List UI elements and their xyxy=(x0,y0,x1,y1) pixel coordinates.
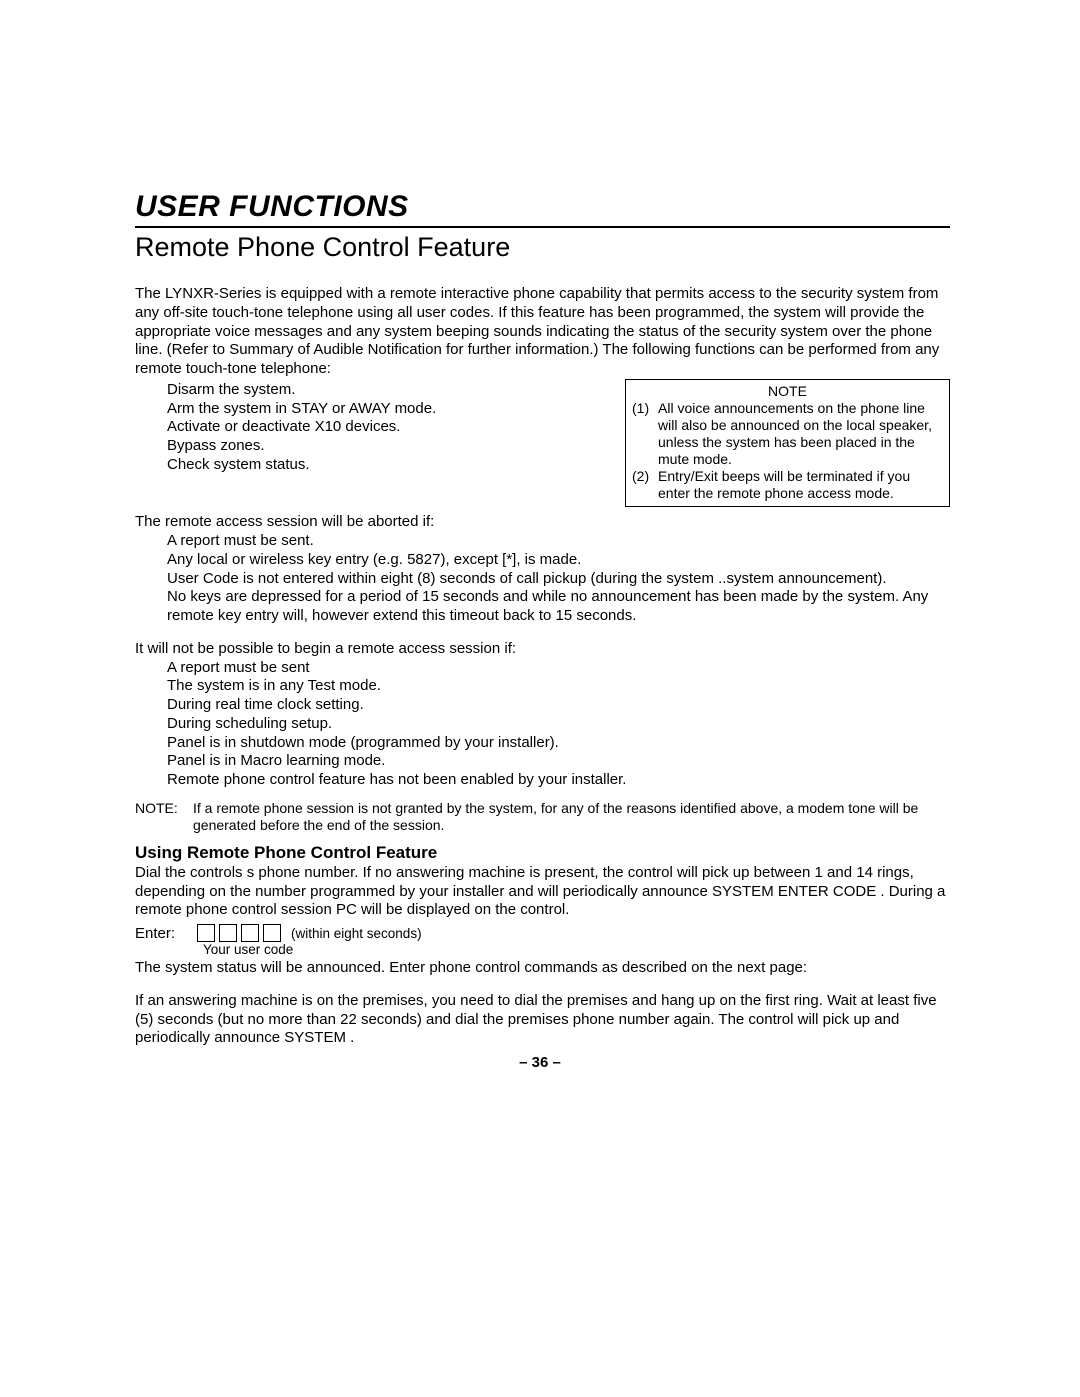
list-item: Arm the system in STAY or AWAY mode. xyxy=(167,400,615,419)
your-user-code-label: Your user code xyxy=(203,942,950,957)
bottom-note-label: NOTE: xyxy=(135,800,193,835)
document-page: USER FUNCTIONS Remote Phone Control Feat… xyxy=(0,0,1080,1048)
status-line: The system status will be announced. Ent… xyxy=(135,959,950,978)
code-boxes xyxy=(197,924,281,942)
within-seconds-label: (within eight seconds) xyxy=(291,926,422,941)
code-digit-box xyxy=(241,924,259,942)
list-item: Activate or deactivate X10 devices. xyxy=(167,418,615,437)
bottom-note-text: If a remote phone session is not granted… xyxy=(193,800,950,835)
note-row: (1) All voice announcements on the phone… xyxy=(632,400,943,468)
list-item: The system is in any Test mode. xyxy=(167,677,950,696)
note-number: (1) xyxy=(632,400,658,468)
list-item: During real time clock setting. xyxy=(167,696,950,715)
functions-and-note-row: Disarm the system. Arm the system in STA… xyxy=(135,381,950,508)
list-item: During scheduling setup. xyxy=(167,715,950,734)
list-item: A report must be sent. xyxy=(167,532,950,551)
note-box: NOTE (1) All voice announcements on the … xyxy=(625,379,950,508)
note-text: All voice announcements on the phone lin… xyxy=(658,400,943,468)
using-heading: Using Remote Phone Control Feature xyxy=(135,843,950,863)
note-box-title: NOTE xyxy=(632,383,943,400)
enter-code-row: Enter: (within eight seconds) xyxy=(135,924,950,942)
list-item: User Code is not entered within eight (8… xyxy=(167,570,950,589)
functions-list: Disarm the system. Arm the system in STA… xyxy=(135,381,615,475)
code-digit-box xyxy=(219,924,237,942)
list-item: No keys are depressed for a period of 15… xyxy=(167,588,950,626)
list-item: Panel is in Macro learning mode. xyxy=(167,752,950,771)
answering-machine-paragraph: If an answering machine is on the premis… xyxy=(135,992,950,1048)
code-digit-box xyxy=(263,924,281,942)
note-number: (2) xyxy=(632,468,658,502)
using-paragraph-1: Dial the controls s phone number. If no … xyxy=(135,864,950,920)
list-item: Remote phone control feature has not bee… xyxy=(167,771,950,790)
list-item: Panel is in shutdown mode (programmed by… xyxy=(167,734,950,753)
note-text: Entry/Exit beeps will be terminated if y… xyxy=(658,468,943,502)
functions-column: Disarm the system. Arm the system in STA… xyxy=(135,381,615,475)
title-rule xyxy=(135,226,950,228)
list-item: Check system status. xyxy=(167,456,615,475)
list-item: Bypass zones. xyxy=(167,437,615,456)
code-digit-box xyxy=(197,924,215,942)
list-item: Any local or wireless key entry (e.g. 58… xyxy=(167,551,950,570)
abort-intro: The remote access session will be aborte… xyxy=(135,513,950,532)
list-item: A report must be sent xyxy=(167,659,950,678)
page-subtitle: Remote Phone Control Feature xyxy=(135,232,950,263)
section-title: USER FUNCTIONS xyxy=(135,190,950,224)
list-item: Disarm the system. xyxy=(167,381,615,400)
intro-paragraph: The LYNXR-Series is equipped with a remo… xyxy=(135,285,950,379)
abort-list: A report must be sent. Any local or wire… xyxy=(135,532,950,626)
not-possible-list: A report must be sent The system is in a… xyxy=(135,659,950,790)
note-row: (2) Entry/Exit beeps will be terminated … xyxy=(632,468,943,502)
bottom-note: NOTE: If a remote phone session is not g… xyxy=(135,800,950,835)
enter-label: Enter: xyxy=(135,925,191,942)
not-possible-intro: It will not be possible to begin a remot… xyxy=(135,640,950,659)
page-number: – 36 – xyxy=(0,1054,1080,1071)
